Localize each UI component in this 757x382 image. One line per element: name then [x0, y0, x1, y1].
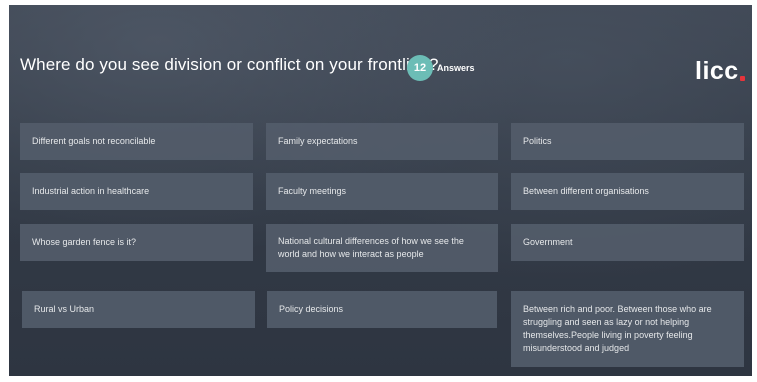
logo-dot-icon: [740, 76, 745, 81]
answer-count-badge: 12: [407, 55, 433, 81]
answer-card[interactable]: Different goals not reconcilable: [20, 123, 253, 160]
answers-label: Answers: [437, 63, 475, 73]
answer-text: Between rich and poor. Between those who…: [523, 304, 712, 353]
answer-text: Between different organisations: [523, 186, 649, 196]
answer-text: Rural vs Urban: [34, 304, 95, 314]
answer-card[interactable]: Industrial action in healthcare: [20, 173, 253, 210]
answer-text: Different goals not reconcilable: [32, 136, 156, 146]
screenshot-frame: Where do you see division or conflict on…: [0, 0, 757, 382]
answer-card[interactable]: Politics: [511, 123, 744, 160]
answer-text: Faculty meetings: [278, 186, 347, 196]
answer-text: Industrial action in healthcare: [32, 186, 150, 196]
licc-logo: licc: [695, 57, 739, 85]
answer-card[interactable]: Between rich and poor. Between those who…: [511, 291, 744, 367]
answer-card[interactable]: Government: [511, 224, 744, 261]
question-title: Where do you see division or conflict on…: [20, 55, 439, 74]
answer-card[interactable]: Between different organisations: [511, 173, 744, 210]
answer-text: Family expectations: [278, 136, 358, 146]
answer-text: National cultural differences of how we …: [278, 236, 464, 259]
answer-card[interactable]: Rural vs Urban: [22, 291, 255, 328]
answer-card[interactable]: Family expectations: [266, 123, 498, 160]
answer-card[interactable]: Faculty meetings: [266, 173, 498, 210]
answer-text: Whose garden fence is it?: [32, 237, 137, 247]
answer-card[interactable]: National cultural differences of how we …: [266, 224, 498, 272]
answer-card[interactable]: Whose garden fence is it?: [20, 224, 253, 261]
answer-text: Policy decisions: [279, 304, 344, 314]
answer-card[interactable]: Policy decisions: [267, 291, 497, 328]
word-cloud-slide: Where do you see division or conflict on…: [9, 5, 752, 376]
answer-text: Politics: [523, 136, 552, 146]
answer-text: Government: [523, 237, 573, 247]
